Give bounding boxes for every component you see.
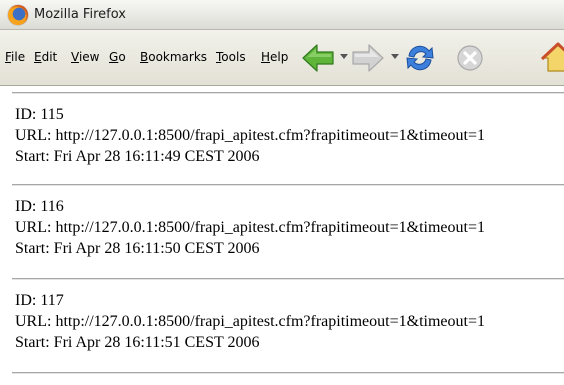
menu-file-label: ile — [11, 50, 26, 64]
horizontal-rule — [12, 278, 564, 280]
entry-url: URL: http://127.0.0.1:8500/frapi_apitest… — [15, 219, 485, 236]
list-item: ID: 116 URL: http://127.0.0.1:8500/frapi… — [15, 196, 564, 259]
menu-help-accel: H — [261, 50, 271, 64]
menu-edit-label: dit — [41, 50, 58, 64]
menu-view-accel: V — [71, 50, 79, 64]
menu-bookmarks-label: ookmarks — [148, 50, 208, 64]
home-icon — [540, 42, 564, 72]
title-bar[interactable]: Mozilla Firefox — [0, 0, 564, 30]
menu-tools-label: ools — [221, 50, 246, 64]
menu-bookmarks-accel: B — [140, 50, 149, 64]
firefox-logo-icon — [8, 5, 28, 25]
list-item: ID: 117 URL: http://127.0.0.1:8500/frapi… — [15, 290, 564, 353]
menu-help-label: elp — [270, 50, 289, 64]
entry-start: Start: Fri Apr 28 16:11:49 CEST 2006 — [15, 148, 260, 165]
entry-id: ID: 117 — [15, 292, 64, 309]
page-content: ID: 115 URL: http://127.0.0.1:8500/frapi… — [0, 86, 564, 385]
menu-go-accel: G — [109, 50, 119, 64]
menu-bookmarks[interactable]: Bookmarks — [140, 50, 207, 64]
back-arrow-icon — [302, 44, 334, 72]
menu-edit[interactable]: Edit — [34, 50, 57, 64]
menu-help[interactable]: Help — [261, 50, 288, 64]
forward-button[interactable] — [350, 40, 386, 76]
entry-start: Start: Fri Apr 28 16:11:50 CEST 2006 — [15, 240, 260, 257]
entry-id: ID: 116 — [15, 198, 64, 215]
menu-go-label: o — [118, 50, 126, 64]
list-item: ID: 115 URL: http://127.0.0.1:8500/frapi… — [15, 104, 564, 167]
reload-button[interactable] — [402, 40, 438, 76]
horizontal-rule — [12, 184, 564, 186]
stop-icon — [457, 45, 483, 71]
menu-toolbar: File Edit View Go Bookmarks Tools Help — [0, 30, 564, 86]
forward-arrow-icon — [352, 44, 384, 72]
entry-url: URL: http://127.0.0.1:8500/frapi_apitest… — [15, 127, 485, 144]
menu-view-label: iew — [78, 50, 100, 64]
horizontal-rule — [12, 92, 564, 94]
entry-url: URL: http://127.0.0.1:8500/frapi_apitest… — [15, 313, 485, 330]
entry-start: Start: Fri Apr 28 16:11:51 CEST 2006 — [15, 334, 260, 351]
menu-go[interactable]: Go — [109, 50, 126, 64]
reload-icon — [406, 45, 434, 71]
menu-tools[interactable]: Tools — [216, 50, 246, 64]
stop-button[interactable] — [452, 40, 488, 76]
entry-id: ID: 115 — [15, 106, 64, 123]
back-button[interactable] — [300, 40, 336, 76]
horizontal-rule — [12, 372, 564, 374]
menu-edit-accel: E — [34, 50, 42, 64]
menu-file[interactable]: File — [5, 50, 25, 64]
browser-window: Mozilla Firefox File Edit View Go Bookma… — [0, 0, 564, 385]
back-history-dropdown[interactable] — [340, 54, 348, 59]
menu-view[interactable]: View — [71, 50, 99, 64]
forward-history-dropdown[interactable] — [391, 54, 399, 59]
home-button[interactable] — [540, 40, 564, 76]
window-title: Mozilla Firefox — [34, 7, 126, 22]
